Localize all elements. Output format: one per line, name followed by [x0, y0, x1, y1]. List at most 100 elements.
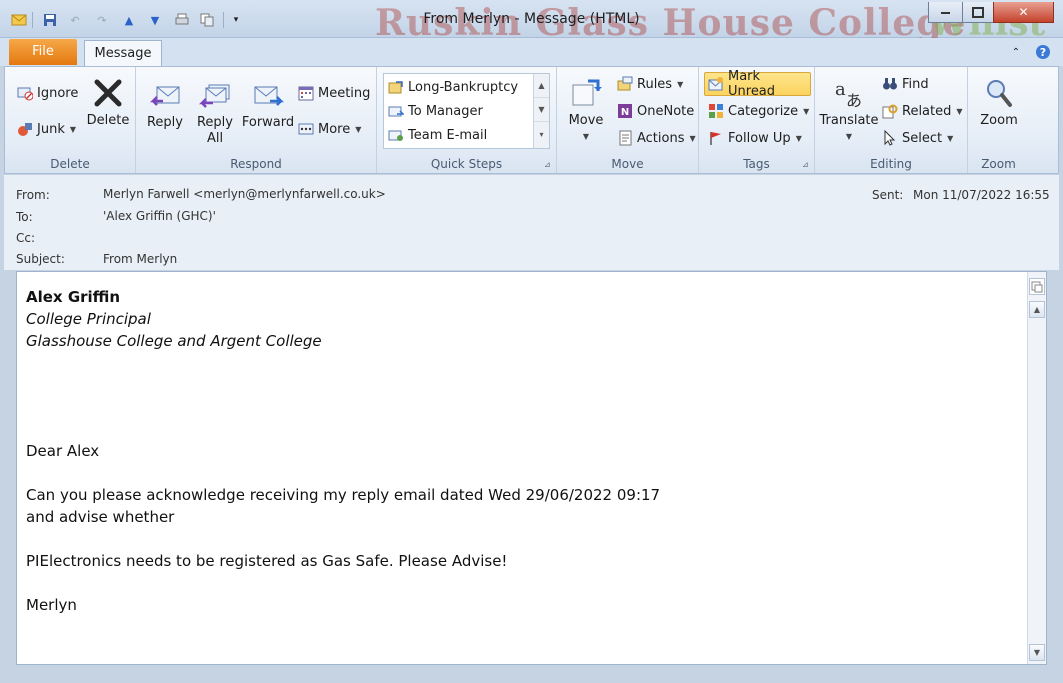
tab-file[interactable]: File — [9, 39, 77, 65]
body-line-1: Can you please acknowledge receiving my … — [26, 486, 661, 504]
move-group: Move ▼ Rules ▼ N OneNote Actions ▼ Move — [557, 67, 699, 173]
maximize-button[interactable] — [962, 2, 994, 23]
scroll-down-icon[interactable]: ▼ — [534, 98, 549, 122]
forward-button[interactable]: Forward — [240, 79, 296, 131]
next-item-icon[interactable]: ▼ — [146, 12, 164, 28]
find-button[interactable]: Find — [882, 74, 929, 94]
body-line-2: and advise whether — [26, 508, 175, 526]
team-mail-icon — [388, 127, 404, 143]
quickstep-long-bankruptcy[interactable]: Long-Bankruptcy — [388, 77, 518, 97]
quicksteps-group: Long-Bankruptcy To Manager Team E-mail ▲… — [377, 67, 557, 173]
scroll-up-icon[interactable]: ▲ — [534, 74, 549, 98]
scroll-up-icon[interactable]: ▲ — [1029, 301, 1045, 318]
actions-button[interactable]: Actions ▼ — [617, 128, 696, 148]
zoom-group-label: Zoom — [981, 157, 1016, 171]
subject-label: Subject: — [16, 252, 65, 266]
help-icon[interactable]: ? — [1035, 44, 1051, 60]
chevron-down-icon: ▼ — [845, 132, 853, 141]
vertical-scrollbar[interactable]: ▲ ▼ — [1027, 272, 1046, 664]
chevron-down-icon: ▼ — [803, 106, 810, 116]
redo-icon[interactable]: ↷ — [93, 12, 111, 28]
related-icon — [882, 103, 898, 119]
folder-move-icon — [388, 79, 404, 95]
reply-all-icon — [199, 79, 231, 111]
forward-icon — [252, 79, 284, 111]
recipient-org: Glasshouse College and Argent College — [26, 332, 322, 350]
scroll-down-icon[interactable]: ▼ — [1029, 644, 1045, 661]
chevron-down-icon: ▼ — [689, 133, 696, 143]
delete-button[interactable]: Delete — [85, 77, 131, 129]
sent-label: Sent: — [872, 188, 904, 202]
cursor-icon — [882, 130, 898, 146]
recipient-name: Alex Griffin — [26, 288, 121, 306]
categorize-icon — [708, 103, 724, 119]
onenote-button[interactable]: N OneNote — [617, 101, 694, 121]
follow-up-button[interactable]: Follow Up ▼ — [708, 128, 802, 148]
categorize-button[interactable]: Categorize ▼ — [708, 101, 809, 121]
message-body[interactable]: Alex Griffin College Principal Glasshous… — [16, 271, 1047, 665]
respond-group-label: Respond — [230, 157, 282, 171]
undo-icon[interactable]: ↶ — [66, 12, 84, 28]
binoculars-icon — [882, 76, 898, 92]
mark-unread-icon — [708, 76, 724, 92]
expand-gallery-icon[interactable]: ▾ — [534, 122, 549, 146]
body-line-3: PIElectronics needs to be registered as … — [26, 552, 508, 570]
greeting: Dear Alex — [26, 442, 100, 460]
reply-all-button[interactable]: Reply All — [192, 79, 238, 147]
close-icon: ✕ — [1018, 5, 1029, 19]
related-button[interactable]: Related ▼ — [882, 101, 963, 121]
save-icon[interactable] — [41, 12, 59, 28]
tags-group: Mark Unread Categorize ▼ Follow Up ▼ ⊿ Tag… — [699, 67, 815, 173]
magnifier-icon — [983, 77, 1015, 109]
select-button[interactable]: Select ▼ — [882, 128, 953, 148]
message-body-text: Alex Griffin College Principal Glasshous… — [26, 286, 1016, 616]
junk-icon — [17, 121, 33, 137]
copy-icon[interactable] — [198, 12, 216, 28]
editing-group-label: Editing — [870, 157, 912, 171]
zoom-group: Zoom Zoom — [968, 67, 1029, 173]
quicksteps-group-label: Quick Steps — [430, 157, 503, 171]
junk-button[interactable]: Junk ▼ — [17, 119, 76, 139]
flag-icon — [708, 130, 724, 146]
chevron-down-icon: ▼ — [795, 133, 802, 143]
print-icon[interactable] — [173, 12, 191, 28]
svg-text:N: N — [621, 107, 629, 118]
respond-group: Reply Reply All Forward Meeting More ▼ Re… — [136, 67, 377, 173]
collapse-ribbon-icon[interactable]: ⌃ — [1008, 44, 1024, 60]
ribbon: Ignore Junk ▼ Delete Delete Reply Reply … — [4, 66, 1059, 174]
quickstep-team-email[interactable]: Team E-mail — [388, 125, 487, 145]
zoom-button[interactable]: Zoom — [974, 77, 1024, 129]
customize-toolbar-icon[interactable]: ▾ — [227, 12, 245, 28]
calendar-icon — [298, 85, 314, 101]
mark-unread-button[interactable]: Mark Unread — [704, 69, 811, 99]
rules-button[interactable]: Rules ▼ — [617, 74, 683, 94]
ignore-icon — [17, 85, 33, 101]
reply-button[interactable]: Reply — [142, 79, 188, 131]
more-icon — [298, 121, 314, 137]
quicksteps-gallery: Long-Bankruptcy To Manager Team E-mail ▲… — [383, 73, 550, 149]
quicksteps-scroll[interactable]: ▲ ▼ ▾ — [533, 74, 549, 148]
window-bottom-border — [0, 671, 1063, 683]
to-value[interactable]: 'Alex Griffin (GHC)' — [103, 209, 216, 223]
meeting-button[interactable]: Meeting — [298, 83, 370, 103]
onenote-icon: N — [617, 103, 633, 119]
signoff: Merlyn — [26, 596, 77, 614]
quickstep-to-manager[interactable]: To Manager — [388, 101, 483, 121]
editing-group: aあ Translate ▼ Find Related ▼ Select ▼ Edi… — [815, 67, 968, 173]
minimize-button[interactable] — [928, 2, 963, 23]
move-button[interactable]: Move ▼ — [563, 77, 609, 145]
move-group-label: Move — [611, 157, 644, 171]
actions-icon — [617, 130, 633, 146]
close-button[interactable]: ✕ — [993, 2, 1054, 23]
more-respond-button[interactable]: More ▼ — [298, 119, 361, 139]
from-value[interactable]: Merlyn Farwell <merlyn@merlynfarwell.co.… — [103, 187, 386, 201]
tab-message[interactable]: Message — [84, 40, 162, 67]
tags-group-label: Tags — [743, 157, 770, 171]
ignore-button[interactable]: Ignore — [17, 83, 78, 103]
translate-button[interactable]: aあ Translate ▼ — [819, 77, 879, 145]
previous-item-icon[interactable]: ▲ — [120, 12, 138, 28]
chevron-down-icon: ▼ — [582, 132, 590, 141]
chevron-down-icon: ▼ — [355, 124, 362, 134]
view-options-icon[interactable] — [1029, 278, 1045, 295]
ribbon-tab-row: File Message ⌃ ? — [0, 38, 1063, 67]
